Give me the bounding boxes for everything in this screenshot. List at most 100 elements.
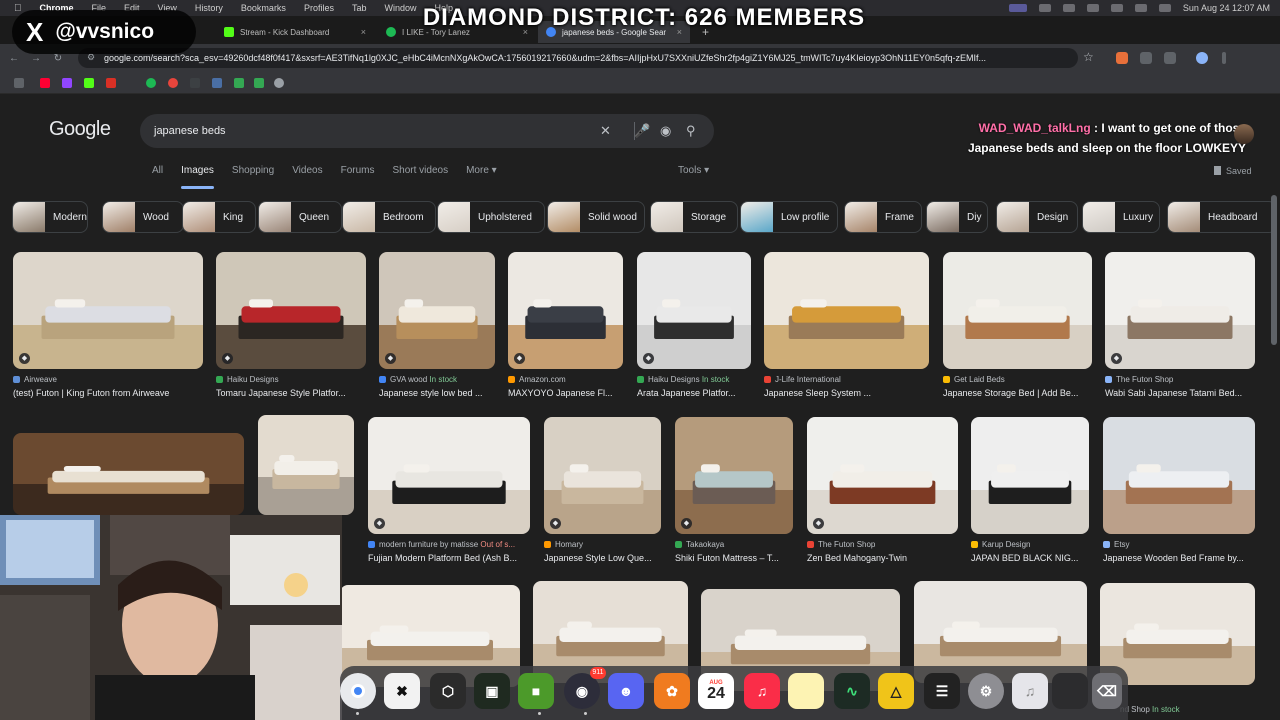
reload-icon[interactable]: ↻ <box>50 53 66 64</box>
page-scrollbar[interactable] <box>1271 195 1277 345</box>
result-source[interactable]: Karup Design <box>971 540 1089 549</box>
result-title[interactable]: Japanese Sleep System ... <box>764 388 929 398</box>
address-bar[interactable]: ⚙ google.com/search?sca_esv=49260dcf48f0… <box>78 48 1078 68</box>
play-icon[interactable] <box>1062 4 1075 12</box>
image-result[interactable]: ◆ Takaokaya Shiki Futon Mattress – T... <box>675 417 793 568</box>
image-result[interactable]: Karup Design JAPAN BED BLACK NIG... <box>971 417 1089 568</box>
image-result[interactable]: ◆ Haiku Designs In stock Arata Japanese Pl… <box>637 252 751 403</box>
result-source[interactable]: modern furniture by matisse Out of s... <box>368 540 530 549</box>
refine-chip[interactable]: King <box>182 201 256 233</box>
music-icon[interactable]: ♫ <box>744 673 780 709</box>
result-title[interactable]: JAPAN BED BLACK NIG... <box>971 553 1089 563</box>
result-thumbnail[interactable]: ◆ <box>379 252 495 369</box>
notes-icon[interactable] <box>788 673 824 709</box>
menu-tab[interactable]: Tab <box>352 3 367 13</box>
twitch-icon[interactable] <box>62 78 72 88</box>
bookmark-icon[interactable] <box>212 78 222 88</box>
result-source[interactable]: Takaokaya <box>675 540 793 549</box>
bookmark-icon[interactable] <box>168 78 178 88</box>
result-title[interactable]: Japanese Style Low Que... <box>544 553 661 563</box>
result-thumbnail[interactable]: ◆ <box>637 252 751 369</box>
capcut-icon[interactable]: ✖ <box>384 673 420 709</box>
result-title[interactable]: Arata Japanese Platfor... <box>637 388 751 398</box>
result-thumbnail[interactable]: ◆ <box>1105 252 1255 369</box>
discord-icon[interactable]: ☻ <box>608 673 644 709</box>
youtube-icon[interactable] <box>40 78 50 88</box>
image-result[interactable]: ◆ GVA wood In stock Japanese style low bed… <box>379 252 495 403</box>
menu-bookmarks[interactable]: Bookmarks <box>241 3 286 13</box>
result-thumbnail[interactable]: ◆ <box>216 252 366 369</box>
menubar-clock[interactable]: Sun Aug 24 12:07 AM <box>1183 3 1270 13</box>
image-result[interactable]: Get Laid Beds Japanese Storage Bed | Add… <box>943 252 1092 403</box>
result-thumbnail[interactable] <box>1103 417 1255 534</box>
tab-shopping[interactable]: Shopping <box>232 165 274 183</box>
extension-icon[interactable] <box>1116 52 1128 64</box>
battery-icon[interactable] <box>1110 4 1123 12</box>
result-source[interactable]: The Futon Shop <box>1105 375 1255 384</box>
image-result[interactable]: J-Life International Japanese Sleep Syst… <box>764 252 929 403</box>
result-source[interactable]: Homary <box>544 540 661 549</box>
tools-button[interactable]: Tools ▾ <box>678 165 709 176</box>
tab-forums[interactable]: Forums <box>341 165 375 183</box>
result-source[interactable]: The Futon Shop <box>807 540 958 549</box>
result-source[interactable]: Amazon.com <box>508 375 623 384</box>
refine-chip[interactable]: Wood <box>102 201 184 233</box>
result-source[interactable]: J-Life International <box>764 375 929 384</box>
close-icon[interactable]: × <box>361 27 366 37</box>
app-box-icon[interactable]: ▣ <box>474 673 510 709</box>
image-result[interactable]: Etsy Japanese Wooden Bed Frame by... <box>1103 417 1255 568</box>
tab-images[interactable]: Images <box>181 165 214 189</box>
result-title[interactable]: (test) Futon | King Futon from Airweave <box>13 388 203 398</box>
menu-window[interactable]: Window <box>384 3 416 13</box>
result-title[interactable]: Fujian Modern Platform Bed (Ash B... <box>368 553 530 563</box>
bookmark-star-icon[interactable]: ☆ <box>1083 50 1094 64</box>
refine-chip[interactable]: Headboard <box>1167 201 1277 233</box>
result-title[interactable]: Zen Bed Mahogany-Twin <box>807 553 958 563</box>
result-thumbnail[interactable]: ◆ <box>13 252 203 369</box>
result-title[interactable]: Tomaru Japanese Style Platfor... <box>216 388 366 398</box>
result-title[interactable]: Wabi Sabi Japanese Tatami Bed... <box>1105 388 1255 398</box>
bookmark-icon[interactable] <box>190 78 200 88</box>
result-thumbnail[interactable] <box>13 433 244 515</box>
control-center-icon[interactable] <box>1008 4 1027 12</box>
result-thumbnail[interactable]: ◆ <box>807 417 958 534</box>
tab-more[interactable]: More ▾ <box>466 165 497 183</box>
result-thumbnail[interactable] <box>258 415 354 515</box>
result-thumbnail[interactable]: ◆ <box>675 417 793 534</box>
search-query[interactable]: japanese beds <box>154 125 226 137</box>
result-thumbnail[interactable] <box>971 417 1089 534</box>
refine-chip[interactable]: Luxury <box>1082 201 1160 233</box>
image-result[interactable]: ◆ Airweave (test) Futon | King Futon from… <box>13 252 203 403</box>
forward-icon[interactable]: → <box>28 53 44 64</box>
result-title[interactable]: Japanese style low bed ... <box>379 388 495 398</box>
volume-icon[interactable] <box>1086 4 1099 12</box>
refine-chip[interactable]: Diy <box>926 201 988 233</box>
extension-icon[interactable] <box>1140 52 1152 64</box>
refine-chip[interactable]: Storage <box>650 201 738 233</box>
result-source[interactable]: Haiku Designs In stock <box>637 375 751 384</box>
activity-monitor-icon[interactable]: ∿ <box>834 673 870 709</box>
back-icon[interactable]: ← <box>6 53 22 64</box>
apps-icon[interactable] <box>14 78 24 88</box>
tab-kick-dashboard[interactable]: Stream - Kick Dashboard × <box>216 21 374 43</box>
result-title[interactable]: Japanese Wooden Bed Frame by... <box>1103 553 1255 563</box>
refine-chip[interactable]: Solid wood <box>547 201 645 233</box>
image-result[interactable] <box>13 433 244 515</box>
image-result[interactable]: ◆ The Futon Shop Zen Bed Mahogany-Twin <box>807 417 958 568</box>
result-thumbnail[interactable]: ◆ <box>544 417 661 534</box>
refine-chip[interactable]: Bedroom <box>342 201 436 233</box>
spotify-icon[interactable] <box>146 78 156 88</box>
bookmark-icon[interactable] <box>254 78 264 88</box>
audio-file-icon[interactable]: ♫ <box>1012 673 1048 709</box>
menu-profiles[interactable]: Profiles <box>304 3 334 13</box>
image-result[interactable]: ◆ The Futon Shop Wabi Sabi Japanese Tatam… <box>1105 252 1255 403</box>
puzzle-icon[interactable] <box>1164 52 1176 64</box>
microphone-icon[interactable]: 🎤 <box>634 123 650 139</box>
result-thumbnail[interactable]: ◆ <box>368 417 530 534</box>
refine-chip[interactable]: Frame <box>844 201 922 233</box>
bookmark-icon[interactable] <box>106 78 116 88</box>
tab-short-videos[interactable]: Short videos <box>393 165 449 183</box>
search-icon[interactable]: ⚲ <box>686 123 696 139</box>
system-settings-icon[interactable]: ⚙ <box>968 673 1004 709</box>
bookmark-icon[interactable] <box>234 78 244 88</box>
